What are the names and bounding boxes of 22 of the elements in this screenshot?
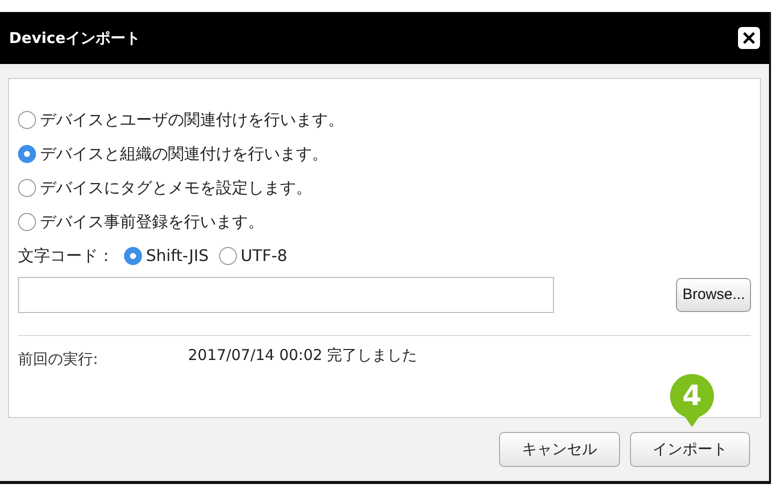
- window-title: Deviceインポート: [9, 28, 141, 49]
- last-run-label: 前回の実行:: [18, 349, 100, 370]
- radio-button[interactable]: [218, 247, 237, 265]
- radio-button[interactable]: [18, 179, 36, 197]
- radio-label: デバイスにタグとメモを設定します。: [40, 177, 312, 199]
- close-icon: [742, 31, 756, 45]
- close-button[interactable]: [738, 27, 760, 49]
- import-button[interactable]: インポート: [630, 432, 750, 467]
- charset-label: 文字コード：: [18, 245, 114, 267]
- browse-button[interactable]: Browse...: [676, 278, 751, 312]
- radio-label: デバイスとユーザの関連付けを行います。: [40, 109, 344, 131]
- radio-label: UTF-8: [240, 245, 288, 267]
- cancel-button[interactable]: キャンセル: [499, 432, 620, 467]
- last-run-value: 2017/07/14 00:02 完了しました: [188, 345, 418, 366]
- radio-button[interactable]: [18, 111, 36, 129]
- radio-button[interactable]: [124, 247, 142, 265]
- radio-label: デバイスと組織の関連付けを行います。: [40, 143, 328, 165]
- radio-button[interactable]: [18, 213, 36, 231]
- radio-label: デバイス事前登録を行います。: [40, 211, 264, 233]
- radio-label: Shift-JIS: [146, 245, 209, 267]
- file-path-field[interactable]: [18, 277, 554, 313]
- radio-button[interactable]: [18, 145, 36, 163]
